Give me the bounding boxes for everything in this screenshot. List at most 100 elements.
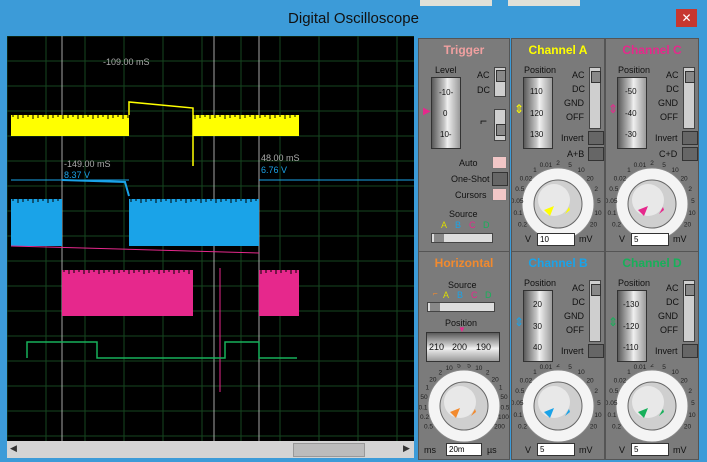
channel-d-scale-knob[interactable]: 0.20.10.050.50.0210.01 2 51020251020	[606, 364, 698, 444]
off-label: OFF	[566, 112, 584, 122]
trigger-tick: 0	[443, 109, 448, 118]
horizontal-position-knob[interactable]: 210 200 190	[426, 332, 500, 362]
horizontal-timebase-knob[interactable]: 0.50.20.150120210 5 5 102201500.5100200	[419, 364, 509, 444]
position-label: Position	[524, 278, 557, 288]
trigger-coupling-switch[interactable]	[494, 67, 506, 97]
position-tick: 130	[530, 130, 544, 139]
invert-label: Invert	[561, 346, 584, 356]
dc-label: DC	[666, 297, 679, 307]
knob-scale-label: 5	[691, 198, 695, 205]
cursors-button[interactable]	[492, 188, 507, 201]
position-tick: 200	[452, 342, 468, 352]
trace-b-burst	[129, 199, 259, 246]
scroll-right-icon[interactable]: ▶	[403, 443, 410, 454]
position-tick: -130	[623, 300, 640, 309]
trace-a-pulse	[128, 101, 194, 166]
channel-b-scale-knob[interactable]: 0.20.10.050.50.0210.01 2 51020251020	[512, 364, 604, 444]
knob-scale-label: 2	[594, 388, 598, 395]
channel-d-invert-button[interactable]	[682, 344, 698, 358]
knob-scale-label: 0.5	[609, 186, 618, 193]
trigger-edge-switch[interactable]	[494, 109, 506, 141]
knob-highlight	[538, 184, 570, 216]
channel-b-invert-button[interactable]	[588, 344, 604, 358]
knob-scale-label: 0.01	[540, 364, 553, 371]
knob-highlight	[538, 386, 570, 418]
knob-scale-label: 0.02	[520, 175, 533, 182]
knob-scale-label: 1	[499, 385, 503, 392]
trace-a-burst	[11, 115, 129, 136]
source-d: D	[485, 290, 492, 300]
horizontal-scrollbar[interactable]: ◀ ▶	[7, 441, 414, 458]
auto-label: Auto	[459, 158, 478, 168]
knob-scale-label: 20	[680, 175, 688, 182]
knob-scale-label: 20	[590, 424, 598, 431]
knob-scale-label: 5	[691, 400, 695, 407]
scroll-thumb[interactable]	[293, 443, 365, 457]
channel-d-mode-switch[interactable]	[683, 280, 695, 342]
cursor-left-time: -149.00 mS	[64, 159, 111, 169]
knob-scale-label: 5	[568, 364, 572, 371]
cursor-top-label: -109.00 mS	[103, 57, 150, 67]
position-label: Position	[618, 65, 651, 75]
position-tick: 210	[429, 342, 445, 352]
close-button[interactable]: ✕	[676, 9, 697, 27]
channel-a-mode-switch[interactable]	[589, 67, 601, 129]
scope-screen: -109.00 mS -149.00 mS 8.37 V 48.00 mS 6.…	[7, 36, 414, 441]
knob-scale-label: 2	[688, 388, 692, 395]
channel-a-arrow-icon: ⇕	[514, 102, 525, 116]
channel-c-value-field[interactable]: 5	[631, 233, 669, 246]
knob-scale-label: 5	[662, 364, 666, 371]
auto-button[interactable]	[492, 156, 507, 169]
position-tick: 120	[530, 109, 544, 118]
knob-scale-label: 10	[475, 365, 483, 372]
position-tick: 190	[476, 342, 492, 352]
knob-scale-label: 0.2	[420, 414, 429, 421]
knob-scale-label: 0.1	[514, 412, 523, 419]
source-c: C	[471, 290, 478, 300]
channel-d-title: Channel D	[622, 256, 682, 270]
cursor-left-volt: 8.37 V	[64, 170, 91, 180]
cursor-right-volt: 6.76 V	[261, 165, 288, 175]
channel-a-position-knob[interactable]: 110 120 130	[523, 77, 553, 149]
gnd-label: GND	[564, 98, 584, 108]
channel-b-value-field[interactable]: 5	[537, 443, 575, 456]
channel-d-position-knob[interactable]: -130 -120 -110	[617, 290, 647, 362]
channel-d-value-field[interactable]: 5	[631, 443, 669, 456]
channel-a-title: Channel A	[528, 43, 588, 57]
trigger-level-knob[interactable]: -10- 0 10-	[431, 77, 461, 149]
channel-c-position-knob[interactable]: -50 -40 -30	[617, 77, 647, 149]
unit-right: mV	[673, 445, 687, 455]
channel-b-title: Channel B	[528, 256, 588, 270]
horizontal-source-icon: ⌐	[433, 289, 438, 298]
trigger-source-label: Source	[449, 209, 478, 219]
source-b: B	[455, 220, 462, 230]
horizontal-value-field[interactable]: 20m	[446, 443, 482, 456]
knob-scale-label: 0.2	[518, 424, 527, 431]
one-shot-button[interactable]	[492, 172, 508, 186]
channel-b-position-knob[interactable]: 20 30 40	[523, 290, 553, 362]
one-shot-label: One-Shot	[451, 174, 490, 184]
channel-a-invert-button[interactable]	[588, 131, 604, 145]
knob-scale-label: 1	[627, 167, 631, 174]
channel-c-invert-button[interactable]	[682, 131, 698, 145]
scroll-left-icon[interactable]: ◀	[10, 443, 17, 454]
knob-scale-label: 0.02	[614, 377, 627, 384]
channel-c-mode-switch[interactable]	[683, 67, 695, 129]
knob-highlight	[632, 386, 664, 418]
knob-scale-label: 20	[590, 222, 598, 229]
unit-left: V	[619, 445, 626, 455]
channel-c-panel: Channel C Position -50 -40 -30 ⇕ AC DC G…	[605, 38, 699, 254]
knob-scale-label: 2	[650, 160, 654, 167]
unit-right: mV	[579, 445, 593, 455]
position-label: Position	[618, 278, 651, 288]
trigger-source-slider[interactable]	[431, 233, 493, 243]
knob-scale-label: 0.05	[512, 400, 524, 407]
channel-a-value-field[interactable]: 10	[537, 233, 575, 246]
knob-scale-label: 1	[533, 167, 537, 174]
knob-scale-label: 5	[597, 198, 601, 205]
knob-scale-label: 2	[438, 370, 442, 377]
knob-scale-label: 0.1	[608, 210, 617, 217]
trace-c-burst	[259, 270, 299, 316]
horizontal-source-slider[interactable]	[427, 302, 495, 312]
channel-b-mode-switch[interactable]	[589, 280, 601, 342]
